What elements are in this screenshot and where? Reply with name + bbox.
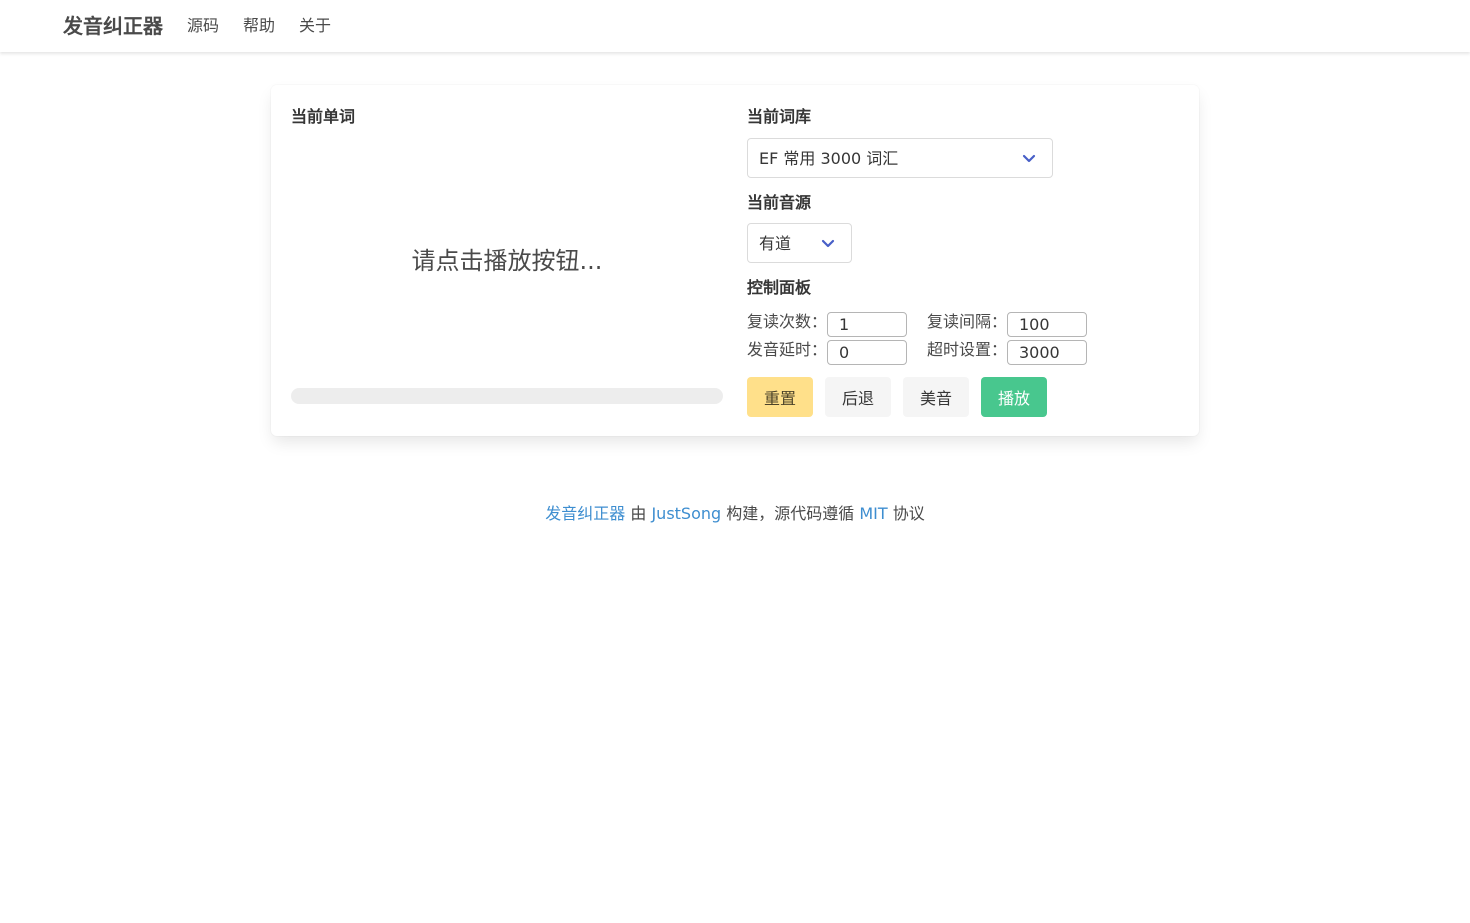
dictionary-select[interactable]: EF 常用 3000 词汇: [747, 138, 1053, 178]
back-button[interactable]: 后退: [825, 377, 891, 417]
nav-link-source[interactable]: 源码: [187, 15, 219, 37]
repeat-count-input[interactable]: [827, 312, 907, 337]
reset-button[interactable]: 重置: [747, 377, 813, 417]
nav-link-help[interactable]: 帮助: [243, 15, 275, 37]
dictionary-heading: 当前词库: [747, 107, 812, 126]
progress-bar: [291, 388, 723, 404]
timeout-input[interactable]: [1007, 340, 1087, 365]
accent-button[interactable]: 美音: [903, 377, 969, 417]
dictionary-selected-value: EF 常用 3000 词汇: [759, 149, 899, 168]
play-button[interactable]: 播放: [981, 377, 1047, 417]
footer-license-suffix: 协议: [887, 504, 925, 523]
audio-source-select[interactable]: 有道: [747, 223, 852, 263]
chevron-down-icon: [821, 239, 835, 248]
word-display: 请点击播放按钮...: [411, 247, 603, 275]
current-word-heading: 当前单词: [291, 107, 356, 126]
nav-link-about[interactable]: 关于: [299, 15, 331, 37]
brand-title[interactable]: 发音纠正器: [63, 13, 163, 39]
audio-source-heading: 当前音源: [747, 193, 812, 212]
control-panel-heading: 控制面板: [747, 278, 812, 297]
chevron-down-icon: [1022, 154, 1036, 163]
pronounce-delay-input[interactable]: [827, 340, 907, 365]
repeat-count-label: 复读次数：: [747, 312, 828, 331]
audio-source-selected-value: 有道: [759, 234, 792, 253]
footer-author-link[interactable]: JustSong: [651, 504, 721, 523]
footer-license-link[interactable]: MIT: [859, 504, 887, 523]
navbar: 发音纠正器 源码 帮助 关于: [0, 0, 1470, 52]
footer-by-text: 由: [625, 504, 652, 523]
main-card: 当前单词 请点击播放按钮... 当前词库 EF 常用 3000 词汇 当前音源 …: [271, 85, 1199, 436]
footer-app-link[interactable]: 发音纠正器: [545, 504, 625, 523]
repeat-interval-label: 复读间隔：: [927, 312, 1008, 331]
timeout-label: 超时设置：: [927, 340, 1008, 359]
footer: 发音纠正器 由 JustSong 构建，源代码遵循 MIT 协议: [0, 502, 1470, 526]
footer-built-text: 构建，源代码遵循: [721, 504, 860, 523]
pronounce-delay-label: 发音延时：: [747, 340, 828, 359]
repeat-interval-input[interactable]: [1007, 312, 1087, 337]
